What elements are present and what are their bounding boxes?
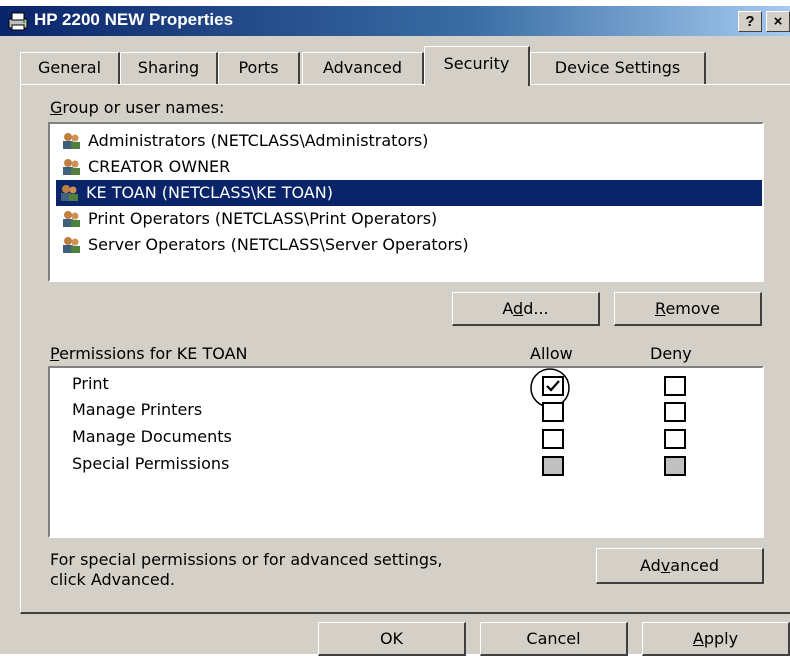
add-button-accel: d [513, 299, 524, 318]
user-row-selected[interactable]: KE TOAN (NETCLASS\KE TOAN) [56, 180, 762, 206]
group-user-names-label-accel: G [50, 98, 63, 117]
manage-documents-allow-checkbox[interactable] [542, 429, 564, 449]
add-button-text: A [502, 299, 514, 318]
permissions-label-text: ermissions for KE TOAN [59, 344, 248, 363]
tab-general[interactable]: General [20, 52, 120, 84]
user-name: Print Operators (NETCLASS\Print Operator… [88, 209, 438, 228]
cancel-button[interactable]: Cancel [480, 622, 628, 656]
close-button[interactable]: × [766, 11, 790, 32]
permissions-label-accel: P [50, 344, 60, 363]
user-row[interactable]: Server Operators (NETCLASS\Server Operat… [58, 232, 790, 258]
special-note-line1: For special permissions or for advanced … [50, 550, 443, 569]
group-user-names-label: Group or user names: [50, 98, 224, 117]
allow-header: Allow [530, 344, 573, 363]
remove-button-accel: R [655, 299, 666, 318]
apply-button[interactable]: Apply [642, 622, 790, 656]
permissions-list: Print Manage Printers Manage Documents S… [48, 366, 764, 538]
special-permissions-deny-checkbox [664, 456, 686, 476]
window-title: HP 2200 NEW Properties [34, 10, 234, 29]
user-group-icon [61, 185, 78, 201]
permission-name: Print [72, 374, 109, 393]
remove-button-text: emove [665, 299, 720, 318]
advanced-button-text: Ad [639, 556, 661, 575]
user-group-icon [63, 133, 80, 149]
user-group-icon [63, 211, 80, 227]
advanced-button-text: anced [670, 556, 720, 575]
special-note-line2: click Advanced. [50, 570, 175, 589]
manage-printers-allow-checkbox[interactable] [542, 402, 564, 422]
user-name: KE TOAN (NETCLASS\KE TOAN) [86, 183, 333, 202]
permission-name: Special Permissions [72, 454, 230, 473]
checkmark-icon [546, 380, 560, 392]
deny-header: Deny [650, 344, 692, 363]
tab-sharing[interactable]: Sharing [120, 52, 218, 84]
user-group-icon [63, 159, 80, 175]
remove-button[interactable]: Remove [614, 292, 762, 326]
special-permissions-allow-checkbox [542, 456, 564, 476]
permissions-label: Permissions for KE TOAN [50, 344, 248, 363]
printer-icon [8, 12, 28, 31]
user-name: Administrators (NETCLASS\Administrators) [88, 131, 429, 150]
tab-device-settings[interactable]: Device Settings [530, 52, 706, 84]
advanced-button[interactable]: Advanced [596, 548, 764, 584]
add-button-text: d... [523, 299, 549, 318]
manage-documents-deny-checkbox[interactable] [664, 429, 686, 449]
tab-security[interactable]: Security [424, 46, 530, 86]
user-row[interactable]: Print Operators (NETCLASS\Print Operator… [58, 206, 790, 232]
print-deny-checkbox[interactable] [664, 376, 686, 396]
title-bar: HP 2200 NEW Properties ? × [0, 6, 790, 36]
add-button[interactable]: Add... [452, 292, 600, 326]
tab-ports[interactable]: Ports [218, 52, 300, 84]
tab-advanced[interactable]: Advanced [302, 52, 424, 84]
apply-button-accel: A [692, 629, 704, 648]
user-name: Server Operators (NETCLASS\Server Operat… [88, 235, 469, 254]
advanced-button-accel: v [660, 556, 671, 575]
permission-name: Manage Documents [72, 427, 232, 446]
user-group-icon [63, 237, 80, 253]
user-row[interactable]: Administrators (NETCLASS\Administrators) [58, 128, 790, 154]
print-allow-checkbox[interactable] [542, 376, 564, 396]
user-list[interactable]: Administrators (NETCLASS\Administrators)… [48, 122, 764, 282]
manage-printers-deny-checkbox[interactable] [664, 402, 686, 422]
ok-button[interactable]: OK [318, 622, 466, 656]
user-name: CREATOR OWNER [88, 157, 231, 176]
permission-name: Manage Printers [72, 400, 203, 419]
help-button[interactable]: ? [738, 11, 762, 32]
group-user-names-label-text: roup or user names: [62, 98, 225, 117]
user-row[interactable]: CREATOR OWNER [58, 154, 790, 180]
apply-button-text: pply [703, 629, 739, 648]
